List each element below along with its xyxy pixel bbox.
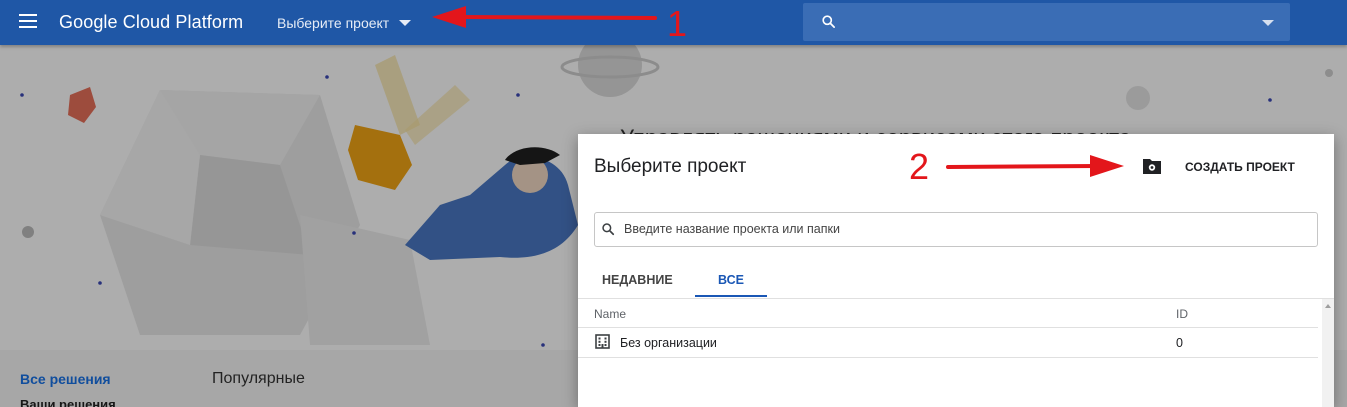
search-icon [822, 15, 835, 28]
product-name[interactable]: Google Cloud Platform [59, 12, 243, 33]
active-tab-indicator [695, 295, 767, 297]
row-project-id: 0 [1176, 336, 1183, 350]
dialog-title: Выберите проект [594, 156, 747, 177]
annotation-marker-2: 2 [909, 146, 930, 187]
column-header-name[interactable]: Name [594, 307, 626, 321]
column-header-id[interactable]: ID [1176, 307, 1188, 321]
project-selector-button[interactable]: Выберите проект [277, 15, 412, 31]
project-search-input[interactable] [624, 219, 1304, 239]
project-search-field[interactable] [594, 212, 1318, 247]
table-scrollbar[interactable] [1322, 299, 1334, 407]
tab-recent[interactable]: НЕДАВНИЕ [602, 273, 673, 287]
caret-down-icon [399, 20, 412, 26]
annotation-marker-1: 1 [667, 3, 688, 44]
select-project-dialog: Выберите проект СОЗДАТЬ ПРОЕКТ НЕДАВНИЕ … [578, 134, 1334, 407]
menu-icon[interactable] [19, 14, 37, 28]
building-icon [595, 334, 610, 349]
table-header: Name ID [578, 299, 1318, 328]
dialog-tabs: НЕДАВНИЕ ВСЕ [578, 264, 1334, 299]
table-row[interactable]: Без организации 0 [578, 328, 1318, 358]
search-icon [602, 223, 615, 236]
new-folder-icon [1143, 159, 1161, 174]
search-dropdown-icon[interactable] [1262, 20, 1274, 26]
row-project-name: Без организации [620, 336, 717, 350]
project-selector-label: Выберите проект [277, 15, 390, 31]
global-search-input[interactable] [803, 3, 1290, 41]
create-project-label: СОЗДАТЬ ПРОЕКТ [1185, 160, 1295, 174]
scroll-up-icon[interactable] [1325, 304, 1331, 308]
